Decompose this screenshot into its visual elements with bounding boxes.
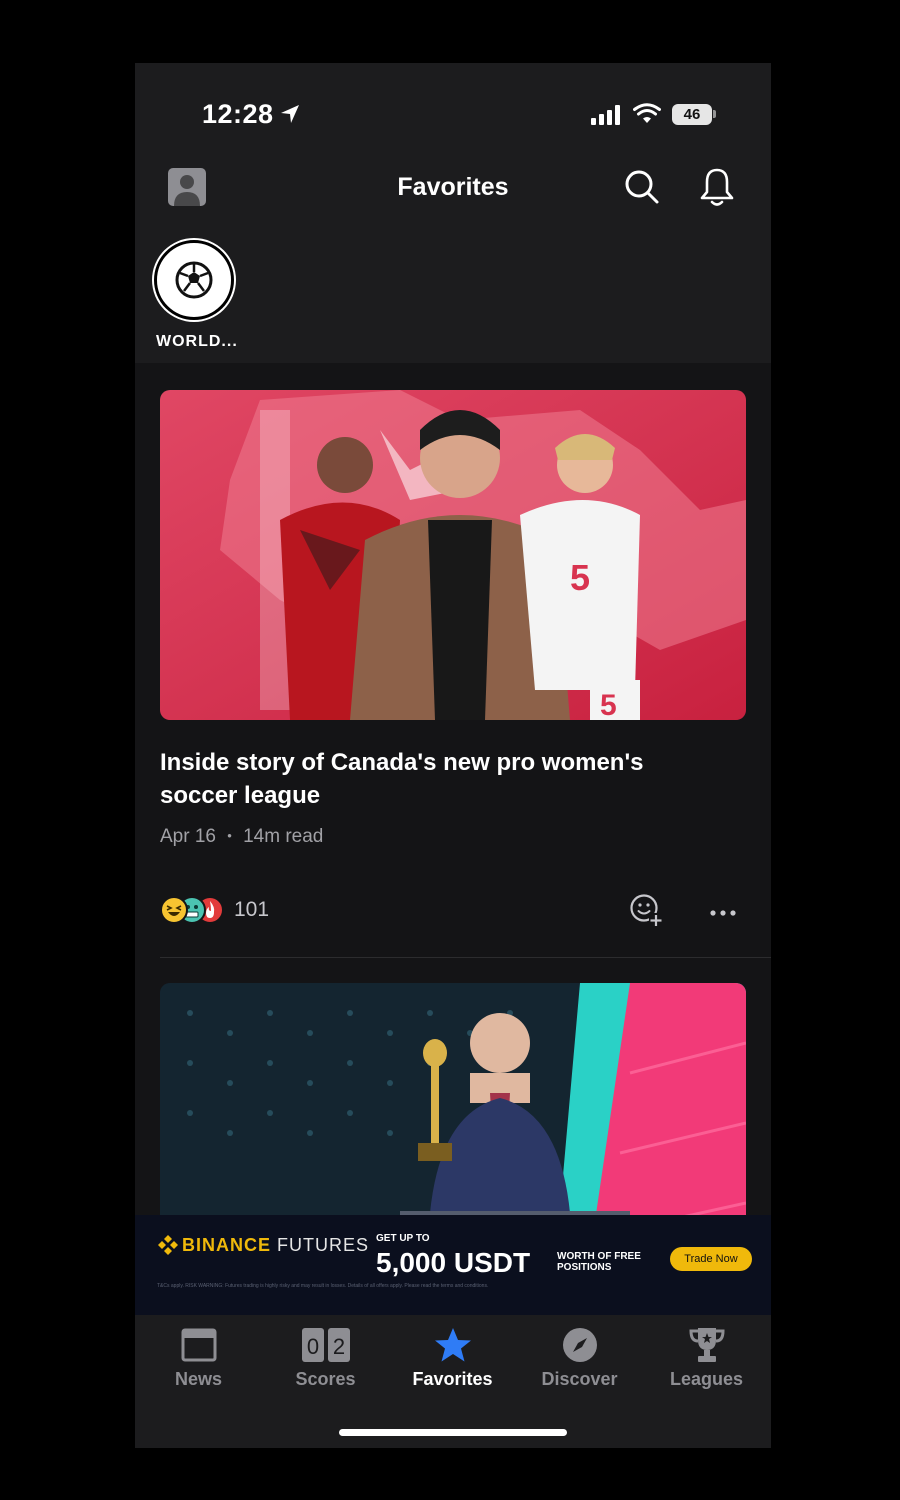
article-headline[interactable]: Inside story of Canada's new pro women's…: [160, 746, 720, 812]
home-indicator[interactable]: [339, 1429, 567, 1436]
tab-label: Favorites: [412, 1369, 493, 1389]
article-meta: Apr 16 • 14m read: [160, 826, 323, 848]
wifi-icon: [633, 103, 661, 123]
article-hero-image-2[interactable]: [160, 983, 746, 1215]
svg-text:2: 2: [332, 1334, 344, 1359]
bell-icon[interactable]: [699, 166, 735, 208]
svg-text:5: 5: [570, 557, 590, 598]
tab-label: Discover: [541, 1369, 618, 1389]
tab-discover[interactable]: Discover: [516, 1315, 643, 1405]
tab-leagues[interactable]: Leagues: [643, 1315, 770, 1405]
status-time: 12:28: [202, 99, 274, 129]
binance-logo-icon: [158, 1235, 178, 1255]
tab-favorites[interactable]: Favorites: [389, 1315, 516, 1405]
ad-brand-name: BINANCE: [182, 1235, 272, 1255]
ad-get-up-to: GET UP TO: [376, 1233, 430, 1244]
reaction-count: 101: [234, 898, 270, 921]
search-icon[interactable]: [623, 168, 661, 206]
add-reaction-icon[interactable]: [629, 893, 665, 929]
status-bar: 12:28 46: [135, 63, 771, 163]
battery-indicator: 46: [672, 104, 712, 125]
tab-scores[interactable]: 0 2 Scores: [262, 1315, 389, 1405]
news-icon: [181, 1328, 216, 1362]
app-header: Favorites WORLD...: [135, 163, 771, 363]
feed-divider: [160, 957, 771, 958]
cellular-signal-icon: [591, 105, 620, 125]
svg-text:0: 0: [306, 1334, 318, 1359]
meta-separator: •: [227, 828, 232, 843]
favorite-world-cup-chip[interactable]: [154, 240, 234, 320]
page-title: Favorites: [397, 173, 509, 201]
article-hero-image[interactable]: 5 5: [160, 390, 746, 720]
ad-worth-text: WORTH OF FREE POSITIONS: [557, 1251, 641, 1273]
favorite-label[interactable]: WORLD...: [156, 333, 238, 351]
ad-brand: BINANCE FUTURES: [182, 1235, 369, 1256]
tab-news[interactable]: News: [135, 1315, 262, 1405]
location-arrow-icon: [281, 105, 299, 123]
more-options-icon[interactable]: [709, 898, 737, 918]
phone-screen: 12:28 46 Favorites WORLD... 5 5 Inside s…: [135, 63, 771, 1448]
trophy-icon: [688, 1328, 725, 1362]
ad-banner[interactable]: BINANCE FUTURES GET UP TO 5,000 USDT WOR…: [135, 1215, 771, 1315]
tab-label: Leagues: [669, 1369, 744, 1389]
news-feed: 5 5 Inside story of Canada's new pro wom…: [135, 363, 771, 1215]
tab-bar: News 0 2 Scores Favorites Discover Leagu…: [135, 1315, 771, 1448]
article-date: Apr 16: [160, 826, 216, 847]
article-hero-illustration-2: [160, 983, 746, 1215]
compass-icon: [562, 1328, 597, 1362]
tab-label: News: [174, 1369, 223, 1389]
article-read-time: 14m read: [243, 826, 324, 847]
soccer-ball-icon: [175, 261, 213, 299]
tab-label: Scores: [295, 1369, 356, 1389]
reaction-summary[interactable]: 101: [160, 895, 269, 925]
svg-text:5: 5: [600, 689, 617, 720]
battery-cap: [713, 110, 716, 118]
scores-icon: 0 2: [301, 1328, 350, 1362]
star-icon: [434, 1328, 471, 1362]
ad-amount: 5,000 USDT: [376, 1247, 531, 1278]
laughing-emoji-icon: [160, 896, 188, 924]
article-hero-illustration: 5 5: [160, 390, 746, 720]
ad-product: FUTURES: [277, 1235, 370, 1255]
ad-trade-now-button[interactable]: Trade Now: [670, 1247, 752, 1271]
ad-fine-print: T&Cs apply. RISK WARNING: Futures tradin…: [157, 1283, 489, 1289]
